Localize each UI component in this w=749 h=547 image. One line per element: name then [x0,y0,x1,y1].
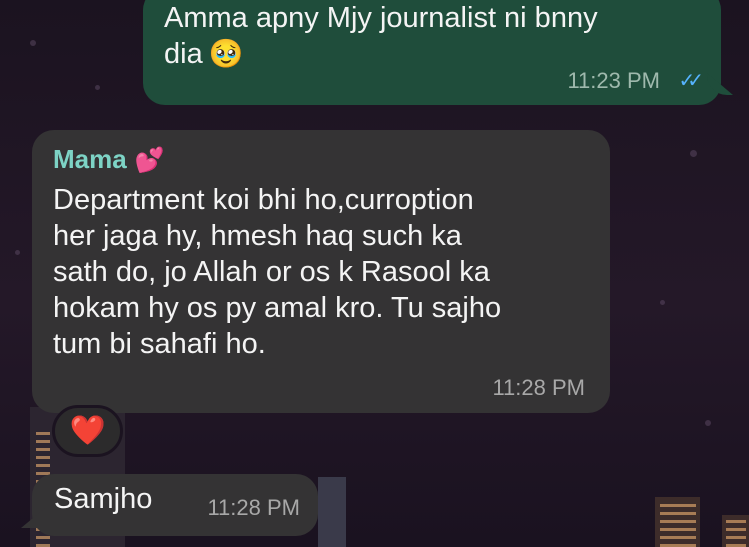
incoming-message-bubble[interactable]: Samjho 11:28 PM [21,474,318,536]
message-timestamp: 11:28 PM [492,375,585,400]
double-check-read-icon: ✓✓ [678,70,703,92]
pleading-face-emoji-icon: 🥹 [208,38,244,69]
sender-name[interactable]: Mama 💕 [53,144,165,175]
two-hearts-emoji-icon: 💕 [134,147,165,174]
message-timestamp: 11:28 PM [207,495,300,520]
incoming-message-bubble[interactable]: Mama 💕 Department koi bhi ho,curroption h… [32,130,610,413]
heart-reaction-icon[interactable]: ❤️ [52,405,123,457]
message-timestamp: 11:23 PM [567,68,660,93]
message-text: Department koi bhi ho,curroption her jag… [53,184,502,360]
message-text: Samjho [54,483,153,515]
message-text: Amma apny Mjy journalist ni bnny dia 🥹 [164,2,598,70]
outgoing-message-bubble[interactable]: Amma apny Mjy journalist ni bnny dia 🥹 11… [143,0,733,105]
